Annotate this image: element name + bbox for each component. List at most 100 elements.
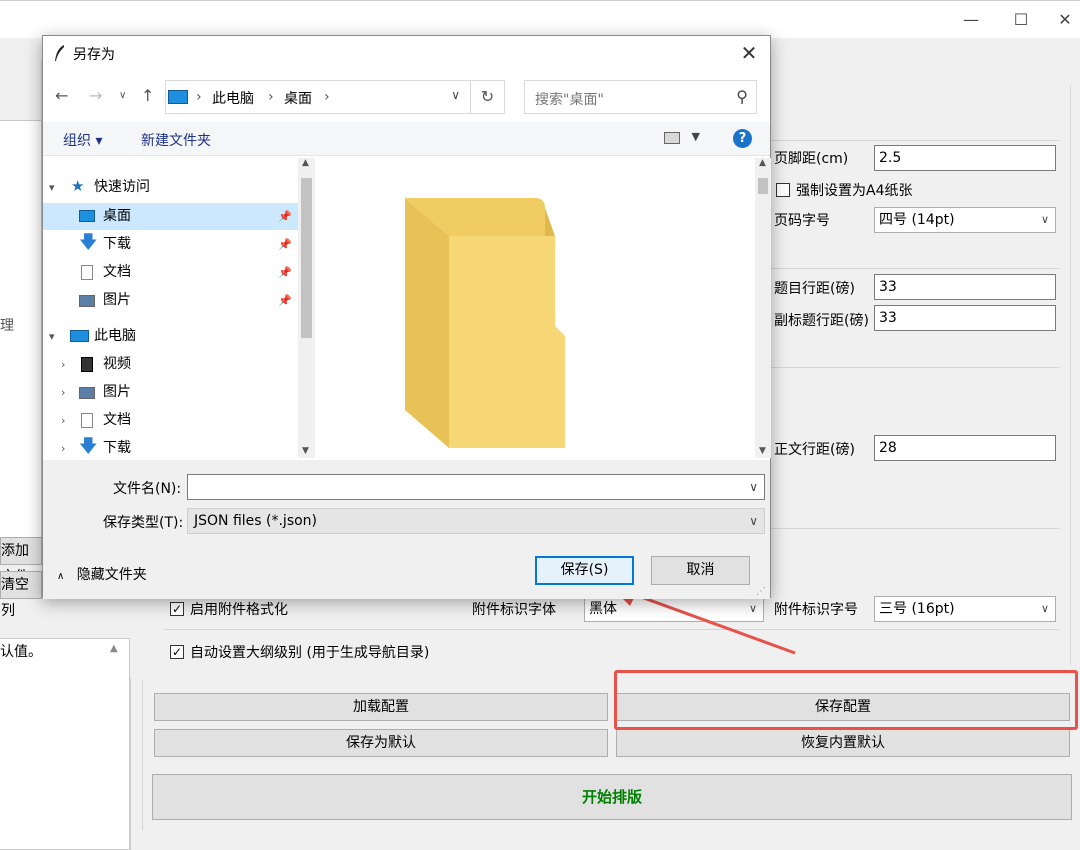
scroll-up-icon[interactable]: ▲	[759, 158, 766, 168]
nav-scrollbar[interactable]: ▲ ▼	[298, 158, 315, 458]
enable-attachment-checkbox[interactable]: ✓ 启用附件格式化	[170, 599, 288, 619]
cancel-button[interactable]: 取消	[651, 556, 750, 585]
close-icon[interactable]: ✕	[734, 38, 764, 68]
maximize-icon[interactable]: ☐	[1010, 9, 1032, 31]
outline-level-checkbox[interactable]: ✓ 自动设置大纲级别 (用于生成导航目录)	[170, 642, 429, 662]
search-icon: ⚲	[736, 87, 748, 106]
up-arrow-icon[interactable]: ↑	[141, 86, 154, 105]
search-input[interactable]: 搜索"桌面" ⚲	[524, 80, 757, 114]
dialog-toolbar: 组织 ▾ 新建文件夹 ▼ ?	[43, 122, 770, 156]
page-number-size-label: 页码字号	[774, 213, 830, 229]
computer-icon	[70, 330, 89, 342]
forward-arrow-icon[interactable]: →	[89, 86, 102, 105]
content-scrollbar[interactable]: ▲ ▼	[755, 158, 771, 458]
tree-item-documents[interactable]: 文档 📌	[43, 259, 298, 286]
checkbox-checked-icon[interactable]: ✓	[170, 645, 184, 659]
checkbox-checked-icon[interactable]: ✓	[170, 602, 184, 616]
new-folder-button[interactable]: 新建文件夹	[141, 130, 211, 150]
filetype-label: 保存类型(T):	[103, 515, 184, 531]
tree-label: 桌面	[103, 208, 131, 224]
page-number-size-value: 四号 (14pt)	[879, 212, 955, 228]
save-button[interactable]: 保存(S)	[535, 556, 634, 585]
tree-item-documents-pc[interactable]: › 文档	[43, 407, 298, 434]
checkbox-icon[interactable]	[776, 183, 790, 197]
left-tab-fragment	[0, 60, 42, 120]
scroll-thumb[interactable]	[301, 178, 312, 338]
file-list-pane[interactable]	[317, 158, 755, 458]
divider	[770, 367, 1060, 368]
minimize-icon[interactable]: —	[960, 9, 982, 31]
caret-down-icon[interactable]: ▼	[692, 130, 700, 143]
close-icon[interactable]: ✕	[1054, 9, 1076, 31]
load-config-button[interactable]: 加载配置	[154, 693, 608, 721]
page-number-size-select[interactable]: 四号 (14pt) ∨	[874, 207, 1056, 233]
pin-icon[interactable]: 📌	[278, 259, 292, 286]
download-icon: 🡇	[79, 232, 98, 253]
chevron-down-icon[interactable]: ▾	[49, 174, 55, 201]
tree-item-this-pc[interactable]: ▾ 此电脑	[43, 323, 298, 350]
back-arrow-icon[interactable]: ←	[55, 86, 68, 105]
pictures-icon	[79, 295, 95, 307]
chevron-down-icon: ∨	[1040, 213, 1049, 226]
attachment-size-value: 三号 (16pt)	[879, 601, 955, 617]
title-spacing-input[interactable]: 33	[874, 274, 1056, 300]
chevron-right-icon[interactable]: ›	[61, 379, 65, 406]
tree-item-pictures[interactable]: 图片 📌	[43, 287, 298, 314]
pin-icon[interactable]: 📌	[278, 287, 292, 314]
start-format-button[interactable]: 开始排版	[152, 774, 1072, 820]
breadcrumb-item[interactable]: 桌面	[284, 88, 312, 108]
download-icon: 🡇	[79, 436, 98, 457]
save-as-default-button[interactable]: 保存为默认	[154, 729, 608, 757]
add-files-button[interactable]: 添加文件	[0, 537, 42, 585]
force-a4-checkbox[interactable]: 强制设置为A4纸张	[776, 180, 912, 200]
resize-grip-icon[interactable]: ⋰	[756, 586, 766, 597]
info-text: 认值。	[0, 644, 42, 660]
restore-default-button[interactable]: 恢复内置默认	[616, 729, 1070, 757]
filename-input[interactable]: ∨	[187, 474, 765, 500]
tree-item-downloads[interactable]: 🡇 下载 📌	[43, 231, 298, 258]
scroll-down-icon[interactable]: ▼	[759, 446, 766, 456]
pin-icon[interactable]: 📌	[278, 203, 292, 230]
chevron-right-icon[interactable]: ›	[61, 407, 65, 434]
hide-folders-toggle[interactable]: ∧ 隐藏文件夹	[57, 564, 147, 584]
subtitle-spacing-input[interactable]: 33	[874, 305, 1056, 331]
filename-label: 文件名(N):	[113, 481, 182, 497]
clear-list-button[interactable]: 清空列	[0, 571, 42, 619]
tree-item-quick-access[interactable]: ▾ ★ 快速访问	[43, 174, 298, 201]
tree-label: 快速访问	[94, 179, 150, 195]
scroll-up-icon[interactable]: ▲	[110, 643, 118, 654]
chevron-down-icon[interactable]: ▾	[49, 323, 55, 350]
footer-margin-input[interactable]: 2.5	[874, 145, 1056, 171]
dialog-title: 另存为	[73, 47, 115, 63]
help-icon[interactable]: ?	[733, 129, 752, 148]
scroll-up-icon[interactable]: ▲	[302, 158, 309, 168]
chevron-down-icon[interactable]: ∨	[749, 475, 758, 499]
chevron-down-icon[interactable]: ∨	[451, 88, 460, 102]
tree-item-videos[interactable]: › 视频	[43, 351, 298, 378]
save-as-dialog: 另存为 ✕ ← → ∨ ↑ › 此电脑 › 桌面 › ∨ ↻ 搜索"桌面" ⚲ …	[42, 35, 771, 599]
chevron-right-icon[interactable]: ›	[61, 351, 65, 378]
tree-item-downloads-pc[interactable]: › 🡇 下载	[43, 435, 298, 458]
breadcrumb-separator: ›	[324, 89, 330, 105]
info-text-area[interactable]: 认值。 ▲	[0, 638, 130, 850]
left-fragment-text: 理	[0, 318, 14, 334]
body-spacing-input[interactable]: 28	[874, 435, 1056, 461]
chevron-down-icon[interactable]: ∨	[119, 90, 126, 101]
pin-icon[interactable]: 📌	[278, 231, 292, 258]
scroll-down-icon[interactable]: ▼	[302, 446, 309, 456]
organize-menu[interactable]: 组织 ▾	[63, 130, 102, 150]
filetype-select[interactable]: JSON files (*.json) ∨	[187, 508, 765, 534]
attachment-size-select[interactable]: 三号 (16pt) ∨	[874, 596, 1056, 622]
refresh-icon[interactable]: ↻	[471, 80, 505, 114]
tree-label: 图片	[103, 384, 131, 400]
breadcrumb-item[interactable]: 此电脑	[212, 88, 254, 108]
tree-item-pictures-pc[interactable]: › 图片	[43, 379, 298, 406]
view-options-icon[interactable]	[664, 132, 680, 144]
scroll-thumb[interactable]	[758, 178, 768, 194]
chevron-right-icon[interactable]: ›	[61, 435, 65, 458]
dialog-titlebar[interactable]: 另存为 ✕	[43, 36, 770, 70]
chevron-down-icon: ∨	[1040, 602, 1049, 615]
address-bar[interactable]: › 此电脑 › 桌面 › ∨	[165, 80, 471, 114]
hide-folders-label: 隐藏文件夹	[76, 567, 147, 583]
tree-item-desktop[interactable]: 桌面 📌	[43, 203, 298, 230]
